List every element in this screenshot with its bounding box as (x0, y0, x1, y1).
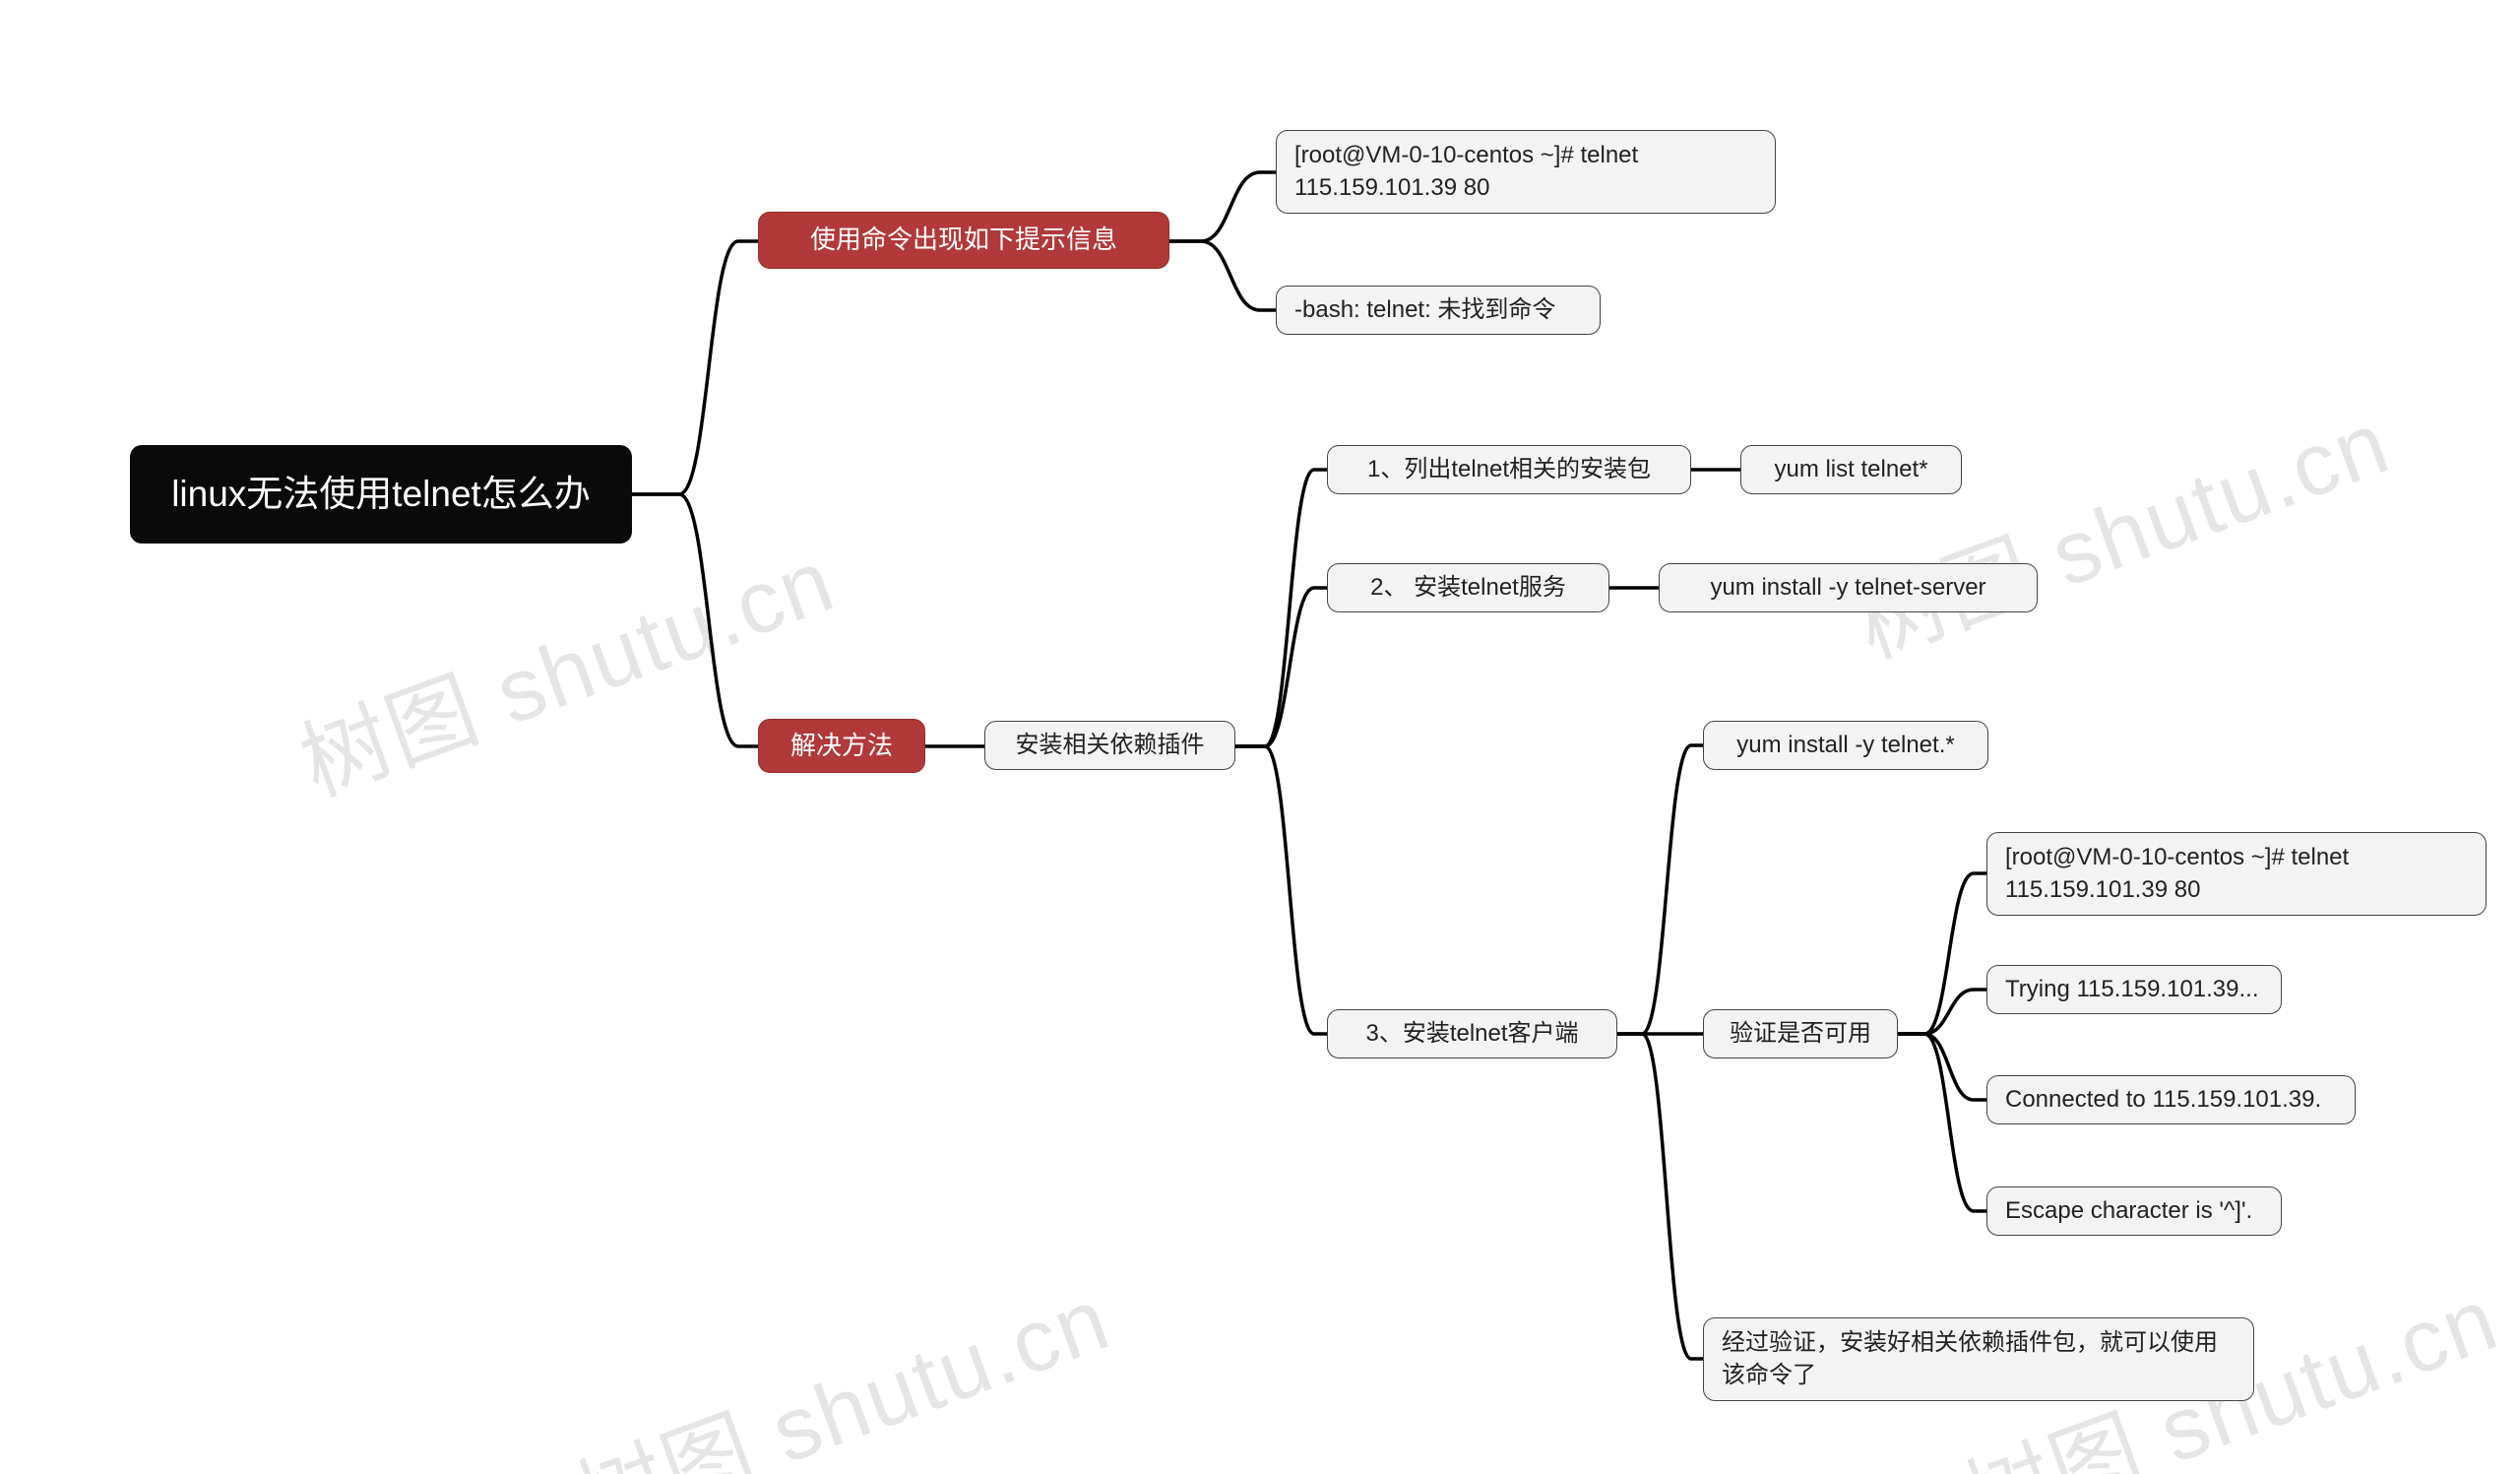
step-3-label[interactable]: 3、安装telnet客户端 (1327, 1009, 1617, 1058)
conclusion[interactable]: 经过验证，安装好相关依赖插件包，就可以使用该命令了 (1703, 1317, 2254, 1401)
verify-line-3[interactable]: Connected to 115.159.101.39. (1986, 1075, 2356, 1124)
branch-solution-title[interactable]: 解决方法 (758, 719, 925, 773)
error-output-1[interactable]: [root@VM-0-10-centos ~]# telnet 115.159.… (1276, 130, 1776, 214)
branch-error-title[interactable]: 使用命令出现如下提示信息 (758, 212, 1169, 269)
watermark: 树图 shutu.cn (281, 509, 849, 820)
install-deps[interactable]: 安装相关依赖插件 (984, 721, 1235, 770)
step-2-label[interactable]: 2、 安装telnet服务 (1327, 563, 1609, 612)
watermark: 树图 shutu.cn (556, 1248, 1124, 1474)
connector-layer (0, 0, 2520, 1474)
step-3-cmd[interactable]: yum install -y telnet.* (1703, 721, 1988, 770)
error-output-2[interactable]: -bash: telnet: 未找到命令 (1276, 286, 1601, 335)
verify-line-1[interactable]: [root@VM-0-10-centos ~]# telnet 115.159.… (1986, 832, 2487, 916)
step-1-cmd[interactable]: yum list telnet* (1740, 445, 1962, 494)
root-node[interactable]: linux无法使用telnet怎么办 (130, 445, 632, 544)
verify-label[interactable]: 验证是否可用 (1703, 1009, 1898, 1058)
verify-line-4[interactable]: Escape character is '^]'. (1986, 1186, 2282, 1236)
step-1-label[interactable]: 1、列出telnet相关的安装包 (1327, 445, 1691, 494)
watermark: 树图 shutu.cn (1836, 371, 2404, 682)
step-2-cmd[interactable]: yum install -y telnet-server (1659, 563, 2038, 612)
verify-line-2[interactable]: Trying 115.159.101.39... (1986, 965, 2282, 1014)
